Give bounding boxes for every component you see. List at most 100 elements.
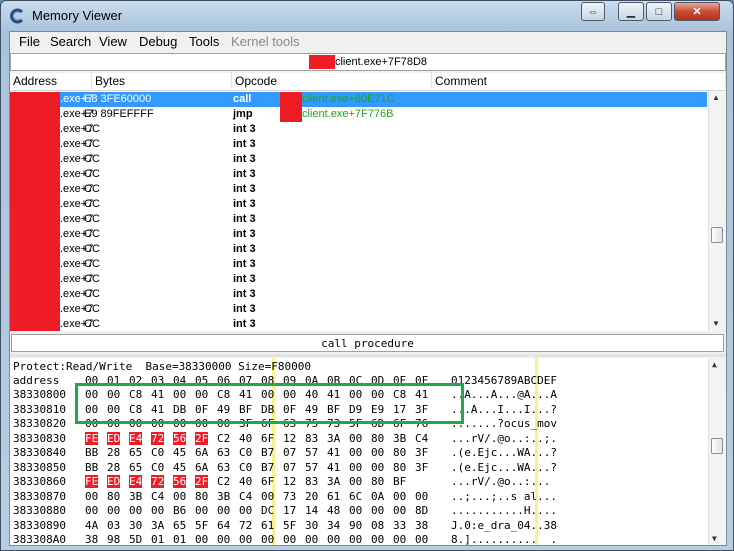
hex-byte[interactable]: 3B bbox=[129, 490, 142, 503]
hex-byte[interactable]: 00 bbox=[393, 504, 406, 517]
minimize-button[interactable]: ▁ bbox=[618, 2, 644, 21]
hex-scrollbar[interactable]: ▲ ▼ bbox=[708, 358, 726, 545]
hex-byte[interactable]: C4 bbox=[415, 432, 428, 445]
menu-file[interactable]: File bbox=[19, 34, 40, 49]
scroll-up-icon[interactable]: ▲ bbox=[712, 360, 717, 369]
hex-byte[interactable]: 38 bbox=[415, 519, 428, 532]
hex-byte[interactable]: 00 bbox=[349, 475, 362, 488]
hex-byte[interactable]: 00 bbox=[371, 446, 384, 459]
disassembler-view[interactable]: .exe+7 E8 3FE60000 call client.exe+80E71C .e… bbox=[10, 91, 726, 331]
hex-byte[interactable]: BB bbox=[85, 446, 98, 459]
hex-byte[interactable]: 38 bbox=[85, 533, 98, 545]
close-button[interactable]: ✕ bbox=[674, 2, 720, 21]
hex-byte[interactable]: 00 bbox=[283, 533, 296, 545]
hex-byte[interactable]: 00 bbox=[305, 533, 318, 545]
menu-view[interactable]: View bbox=[99, 34, 127, 49]
hex-byte[interactable]: ED bbox=[107, 475, 121, 488]
disasm-scroll-thumb[interactable] bbox=[711, 227, 723, 243]
hex-byte[interactable]: 00 bbox=[129, 504, 142, 517]
hex-byte[interactable]: 00 bbox=[107, 504, 120, 517]
hex-byte[interactable]: 00 bbox=[217, 533, 230, 545]
column-header-bytes[interactable]: Bytes bbox=[92, 73, 232, 89]
hex-byte[interactable]: 65 bbox=[129, 461, 142, 474]
hex-byte[interactable]: 6F bbox=[261, 432, 274, 445]
hex-byte[interactable]: 00 bbox=[349, 533, 362, 545]
menu-kernel-tools[interactable]: Kernel tools bbox=[231, 34, 300, 49]
hex-byte[interactable]: 57 bbox=[305, 446, 318, 459]
pane-splitter[interactable] bbox=[10, 354, 726, 357]
hex-byte[interactable]: 12 bbox=[283, 432, 296, 445]
hex-byte[interactable]: 56 bbox=[173, 475, 187, 488]
hex-byte[interactable]: E4 bbox=[129, 431, 143, 445]
hex-byte[interactable]: 41 bbox=[327, 461, 340, 474]
disasm-row[interactable]: .exe+7 CC int 3 bbox=[10, 227, 707, 242]
disasm-row[interactable]: .exe+7 E8 3FE60000 call client.exe+80E71C bbox=[10, 92, 707, 107]
hex-byte[interactable]: 12 bbox=[283, 475, 296, 488]
hex-byte[interactable]: ED bbox=[107, 431, 121, 445]
hex-byte[interactable]: 83 bbox=[305, 432, 318, 445]
hex-byte[interactable]: 80 bbox=[371, 432, 384, 445]
hex-byte[interactable]: 00 bbox=[85, 504, 98, 517]
hex-byte[interactable]: C0 bbox=[239, 461, 252, 474]
disasm-row[interactable]: .exe+7 CC int 3 bbox=[10, 257, 707, 272]
hex-byte[interactable]: 00 bbox=[393, 533, 406, 545]
hex-byte[interactable]: 3A bbox=[327, 475, 340, 488]
hex-byte[interactable]: BF bbox=[393, 475, 406, 488]
hex-byte[interactable]: 00 bbox=[371, 461, 384, 474]
hex-byte[interactable]: 00 bbox=[85, 490, 98, 503]
hex-byte[interactable]: 56 bbox=[173, 431, 187, 445]
hex-byte[interactable]: 00 bbox=[349, 432, 362, 445]
hex-byte[interactable]: 80 bbox=[371, 475, 384, 488]
hex-byte[interactable]: 00 bbox=[261, 533, 274, 545]
disasm-row[interactable]: .exe+7 CC int 3 bbox=[10, 137, 707, 152]
hex-byte[interactable]: 61 bbox=[261, 519, 274, 532]
disasm-row[interactable]: .exe+7 CC int 3 bbox=[10, 302, 707, 317]
hex-scroll-thumb[interactable] bbox=[711, 438, 723, 454]
hex-byte[interactable]: 17 bbox=[283, 504, 296, 517]
hex-byte[interactable]: 65 bbox=[129, 446, 142, 459]
hex-byte[interactable]: 40 bbox=[239, 432, 252, 445]
hex-byte[interactable]: 07 bbox=[283, 461, 296, 474]
hex-byte[interactable]: 3A bbox=[151, 519, 164, 532]
hex-byte[interactable]: 03 bbox=[107, 519, 120, 532]
hex-byte[interactable]: 00 bbox=[195, 504, 208, 517]
hex-byte[interactable]: 4A bbox=[85, 519, 98, 532]
hex-byte[interactable]: 00 bbox=[239, 504, 252, 517]
hex-byte[interactable]: 6A bbox=[195, 461, 208, 474]
hex-byte[interactable]: 00 bbox=[327, 533, 340, 545]
column-header-comment[interactable]: Comment bbox=[432, 73, 726, 89]
hex-byte[interactable]: 28 bbox=[107, 446, 120, 459]
hex-byte[interactable]: 28 bbox=[107, 461, 120, 474]
column-header-opcode[interactable]: Opcode bbox=[232, 73, 432, 89]
hex-byte[interactable]: 73 bbox=[283, 490, 296, 503]
hex-byte[interactable]: 00 bbox=[371, 504, 384, 517]
hex-byte[interactable]: 98 bbox=[107, 533, 120, 545]
hex-byte[interactable]: 00 bbox=[151, 504, 164, 517]
hex-byte[interactable]: E4 bbox=[129, 475, 143, 488]
hex-byte[interactable]: 30 bbox=[305, 519, 318, 532]
scroll-down-icon[interactable]: ▼ bbox=[712, 319, 720, 328]
hex-byte[interactable]: DC bbox=[261, 504, 274, 517]
hex-byte[interactable]: C4 bbox=[239, 490, 252, 503]
hex-byte[interactable]: 45 bbox=[173, 446, 186, 459]
scroll-down-icon[interactable]: ▼ bbox=[712, 534, 717, 543]
disasm-row[interactable]: .exe+7 CC int 3 bbox=[10, 197, 707, 212]
hex-byte[interactable]: 00 bbox=[349, 461, 362, 474]
hex-byte[interactable]: 00 bbox=[173, 490, 186, 503]
hex-byte[interactable]: 80 bbox=[195, 490, 208, 503]
scroll-up-icon[interactable]: ▲ bbox=[712, 93, 720, 102]
hex-byte[interactable]: 72 bbox=[151, 475, 165, 488]
menu-search[interactable]: Search bbox=[50, 34, 91, 49]
hex-byte[interactable]: 00 bbox=[349, 446, 362, 459]
hex-byte[interactable]: 00 bbox=[349, 504, 362, 517]
menu-tools[interactable]: Tools bbox=[189, 34, 219, 49]
hex-byte[interactable]: B7 bbox=[261, 446, 274, 459]
hex-byte[interactable]: 00 bbox=[415, 490, 428, 503]
hex-byte[interactable]: 83 bbox=[305, 475, 318, 488]
hex-byte[interactable]: 00 bbox=[371, 533, 384, 545]
hex-byte[interactable]: C2 bbox=[217, 475, 230, 488]
hex-byte[interactable]: 72 bbox=[151, 431, 165, 445]
hex-byte[interactable]: 48 bbox=[327, 504, 340, 517]
disasm-row[interactable]: .exe+7 CC int 3 bbox=[10, 167, 707, 182]
hex-byte[interactable]: 90 bbox=[349, 519, 362, 532]
